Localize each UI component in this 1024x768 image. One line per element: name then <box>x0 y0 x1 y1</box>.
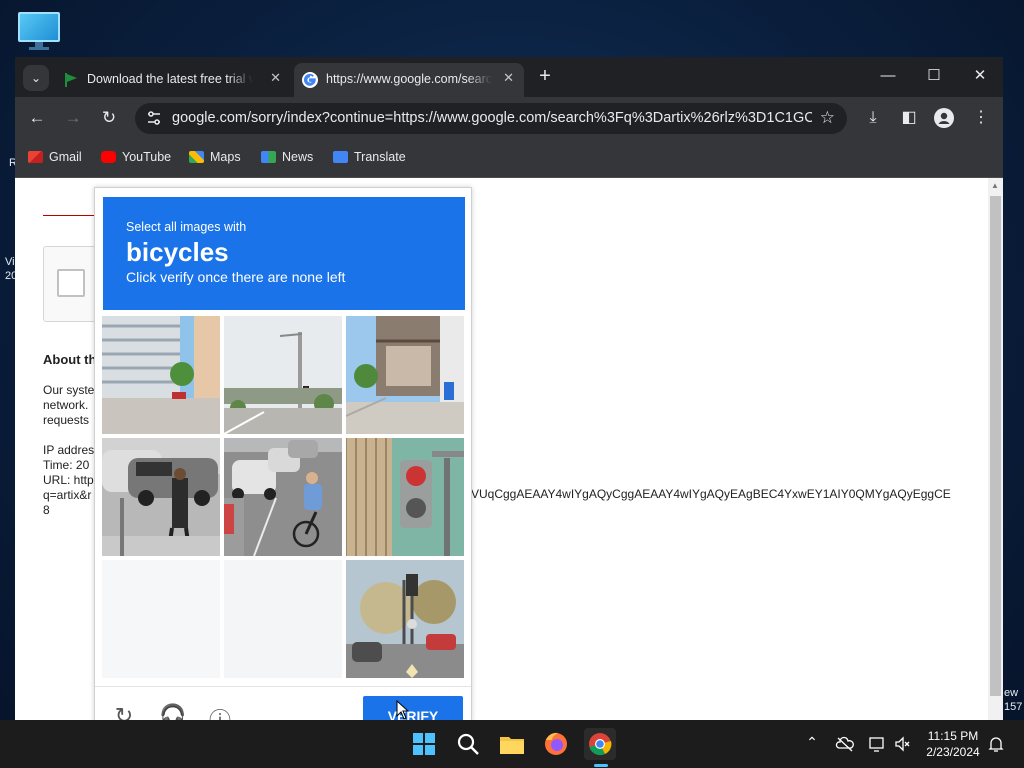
tab-strip: ⌄ Download the latest free trial v ✕ htt… <box>15 57 1003 97</box>
volume-muted-icon[interactable] <box>893 734 913 754</box>
chrome-icon <box>589 733 612 756</box>
ip-line: q=artix&r <box>43 488 92 502</box>
ip-line: Time: 20 <box>43 458 90 472</box>
maps-icon <box>189 151 204 163</box>
body-line: requests <box>43 413 90 427</box>
chrome-button[interactable] <box>584 728 616 760</box>
menu-icon[interactable]: ⋮ <box>969 106 993 130</box>
windows-icon <box>413 733 435 755</box>
tab-download[interactable]: Download the latest free trial v ✕ <box>55 63 291 97</box>
back-button[interactable]: ← <box>25 106 49 130</box>
image-tile-6[interactable] <box>346 438 464 556</box>
body-line: Our syste <box>43 383 95 397</box>
firefox-icon <box>545 732 567 755</box>
url-text: google.com/sorry/index?continue=https://… <box>172 110 812 126</box>
image-tile-4[interactable] <box>102 438 220 556</box>
address-bar[interactable]: google.com/sorry/index?continue=https://… <box>135 103 847 134</box>
download-icon[interactable]: ⤓ <box>861 106 885 130</box>
verify-button[interactable]: VERIFY <box>363 696 463 721</box>
this-pc-icon[interactable] <box>18 12 60 50</box>
tab-google[interactable]: https://www.google.com/search ✕ <box>294 63 524 97</box>
recaptcha-challenge: Select all images with bicycles Click ve… <box>94 187 472 722</box>
tab-title: https://www.google.com/search <box>326 72 492 86</box>
notification-bell-icon[interactable] <box>986 734 1006 754</box>
site-info-icon[interactable] <box>145 109 163 127</box>
about-heading: About th <box>43 352 97 367</box>
network-icon[interactable] <box>867 734 887 754</box>
forward-button[interactable]: → <box>61 106 85 130</box>
news-icon <box>261 151 276 163</box>
close-window-button[interactable]: ✕ <box>957 63 1003 89</box>
search-icon <box>457 733 479 755</box>
image-tile-1[interactable] <box>102 316 220 434</box>
bookmarks-bar: Gmail YouTube Maps News Translate <box>15 139 1003 178</box>
challenge-header: Select all images with bicycles Click ve… <box>103 197 465 310</box>
tab-search-button[interactable]: ⌄ <box>23 65 49 91</box>
url-continuation: VUqCggAEAAY4wIYgAQyCggAEAAY4wIYgAQyEAgBE… <box>471 487 951 501</box>
toolbar: ← → ↻ google.com/sorry/index?continue=ht… <box>15 97 1003 139</box>
reload-button[interactable]: ↻ <box>97 106 121 130</box>
tab-title: Download the latest free trial v <box>87 72 253 86</box>
bookmark-translate[interactable]: Translate <box>333 150 406 164</box>
desktop-edge-text: 157 <box>1004 701 1023 713</box>
minimize-button[interactable]: — <box>865 63 911 89</box>
translate-icon <box>333 151 348 163</box>
page-scrollbar[interactable]: ▲ <box>988 178 1003 720</box>
desktop-edge-text: ew <box>1004 687 1019 699</box>
ip-line: IP addres <box>43 443 95 457</box>
instruction-text: Select all images with <box>126 220 247 234</box>
bookmark-youtube[interactable]: YouTube <box>101 150 171 164</box>
image-tile-2[interactable] <box>224 316 342 434</box>
firefox-button[interactable] <box>540 728 572 760</box>
challenge-footer: ↻ 🎧 ⓘ VERIFY <box>95 686 471 721</box>
ip-line: 8 <box>43 503 50 517</box>
image-tile-3[interactable] <box>346 316 464 434</box>
mouse-cursor-icon <box>396 700 410 720</box>
side-panel-icon[interactable]: ◧ <box>897 106 921 130</box>
target-object: bicycles <box>126 237 229 267</box>
google-icon <box>302 72 318 88</box>
ip-line: URL: http <box>43 473 94 487</box>
flag-icon <box>65 73 77 87</box>
sub-instruction: Click verify once there are none left <box>126 269 346 285</box>
show-hidden-icons-icon[interactable]: ⌃ <box>802 734 822 754</box>
gmail-icon <box>28 151 43 163</box>
active-app-indicator <box>594 764 608 767</box>
new-tab-button[interactable]: + <box>533 65 557 89</box>
folder-icon <box>500 737 524 754</box>
taskbar: ⌃ 11:15 PM 2/23/2024 <box>0 720 1024 768</box>
close-tab-icon[interactable]: ✕ <box>270 70 281 86</box>
onedrive-icon[interactable] <box>835 734 855 754</box>
scroll-up-icon[interactable]: ▲ <box>991 181 999 190</box>
bookmark-star-icon[interactable]: ☆ <box>820 108 835 128</box>
clock-time: 11:15 PM <box>927 729 979 743</box>
recaptcha-checkbox[interactable] <box>57 269 85 297</box>
image-tile-8-loading[interactable] <box>224 560 342 678</box>
start-button[interactable] <box>408 728 440 760</box>
search-button[interactable] <box>452 728 484 760</box>
bookmark-news[interactable]: News <box>261 150 313 164</box>
system-clock[interactable]: 11:15 PM 2/23/2024 <box>916 728 990 760</box>
bookmark-maps[interactable]: Maps <box>189 150 241 164</box>
clock-date: 2/23/2024 <box>926 745 980 759</box>
body-line: network. <box>43 398 89 412</box>
maximize-button[interactable]: ☐ <box>911 63 957 89</box>
desktop-edge-text: Vi <box>5 256 15 268</box>
profile-icon[interactable] <box>932 106 956 130</box>
file-explorer-button[interactable] <box>496 728 528 760</box>
image-tile-7-loading[interactable] <box>102 560 220 678</box>
image-tile-5[interactable] <box>224 438 342 556</box>
bookmark-gmail[interactable]: Gmail <box>28 150 82 164</box>
image-tile-9[interactable] <box>346 560 464 678</box>
scroll-thumb[interactable] <box>990 196 1001 696</box>
close-tab-icon[interactable]: ✕ <box>503 70 514 86</box>
youtube-icon <box>101 151 116 163</box>
